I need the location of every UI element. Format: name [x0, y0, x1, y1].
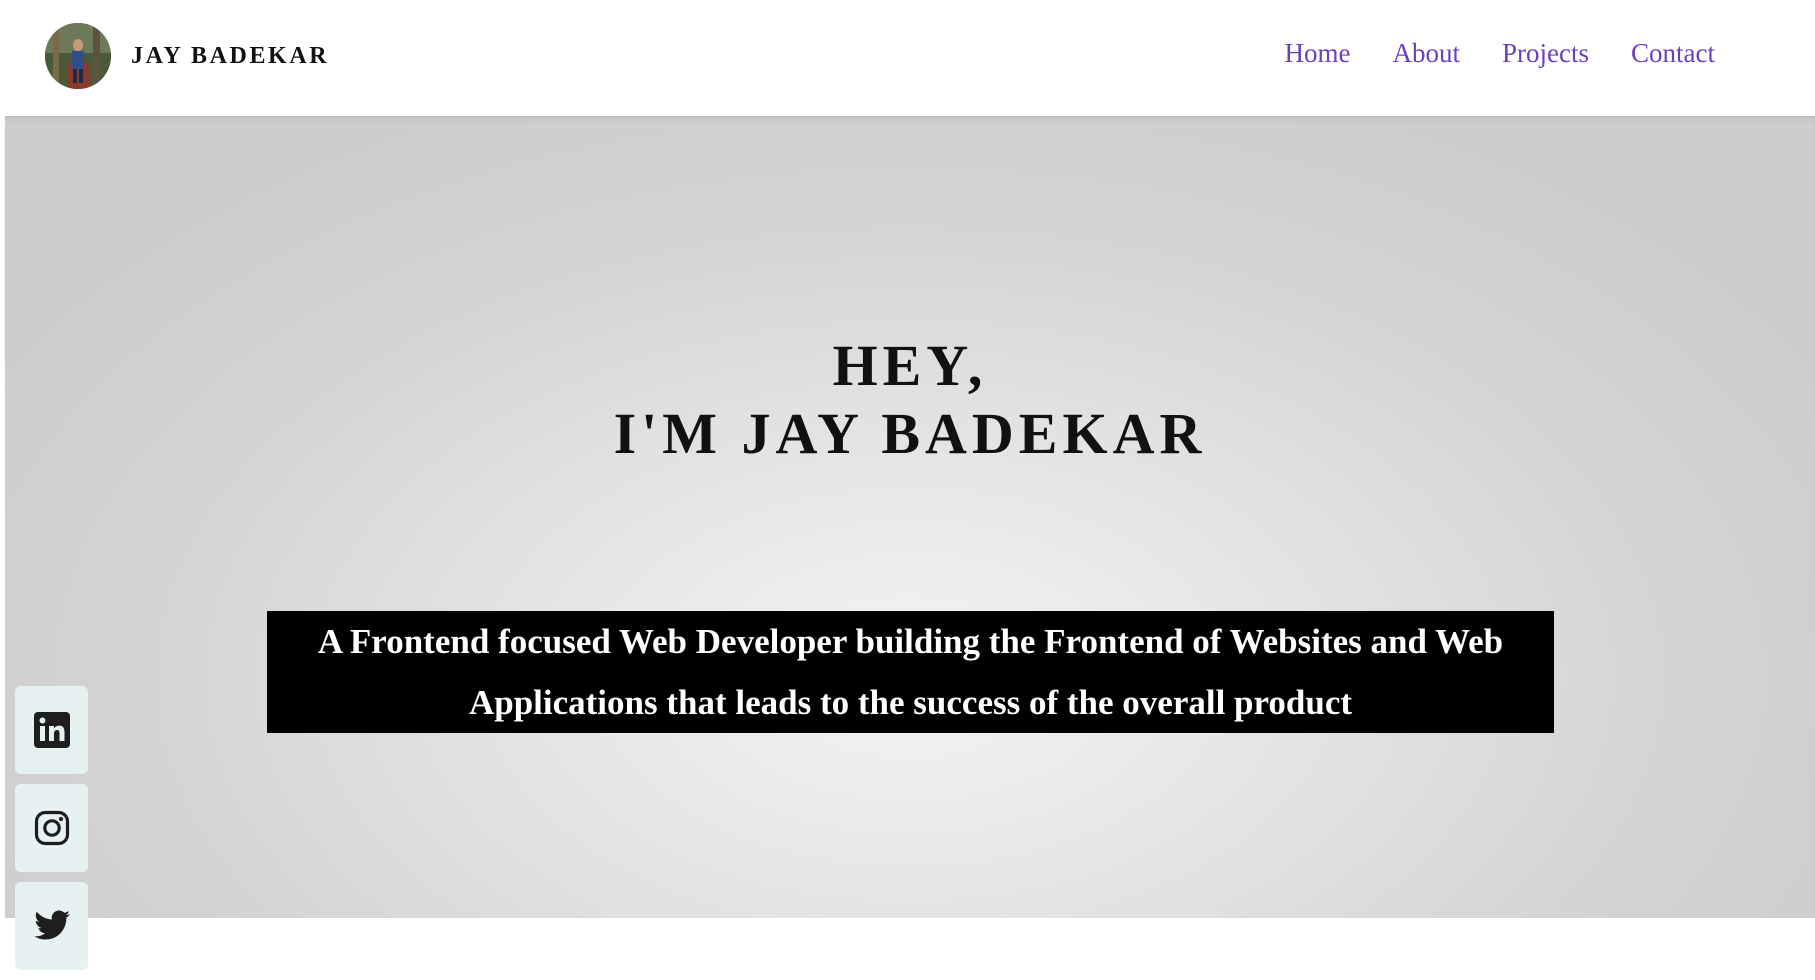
hero-tagline: A Frontend focused Web Developer buildin…	[267, 611, 1554, 733]
twitter-link[interactable]	[15, 882, 88, 970]
hero-greeting: HEY,	[832, 333, 988, 398]
avatar	[45, 23, 111, 89]
nav-projects[interactable]: Projects	[1502, 38, 1589, 69]
twitter-icon	[33, 910, 70, 940]
main-nav: Home About Projects Contact	[1285, 38, 1715, 69]
instagram-icon	[34, 810, 69, 846]
brand[interactable]: JAY BADEKAR	[45, 23, 329, 89]
nav-home[interactable]: Home	[1285, 38, 1351, 69]
nav-contact[interactable]: Contact	[1631, 38, 1715, 69]
hero-title: HEY, I'M JAY BADEKAR	[5, 332, 1815, 468]
nav-about[interactable]: About	[1393, 38, 1461, 69]
hero-headline: I'M JAY BADEKAR	[613, 401, 1207, 466]
site-header: JAY BADEKAR Home About Projects Contact	[0, 0, 1815, 116]
hero-section: HEY, I'M JAY BADEKAR A Frontend focused …	[5, 116, 1815, 918]
linkedin-icon	[33, 712, 70, 748]
instagram-link[interactable]	[15, 784, 88, 872]
brand-name: JAY BADEKAR	[131, 42, 330, 69]
linkedin-link[interactable]	[15, 686, 88, 774]
social-links	[15, 686, 88, 980]
